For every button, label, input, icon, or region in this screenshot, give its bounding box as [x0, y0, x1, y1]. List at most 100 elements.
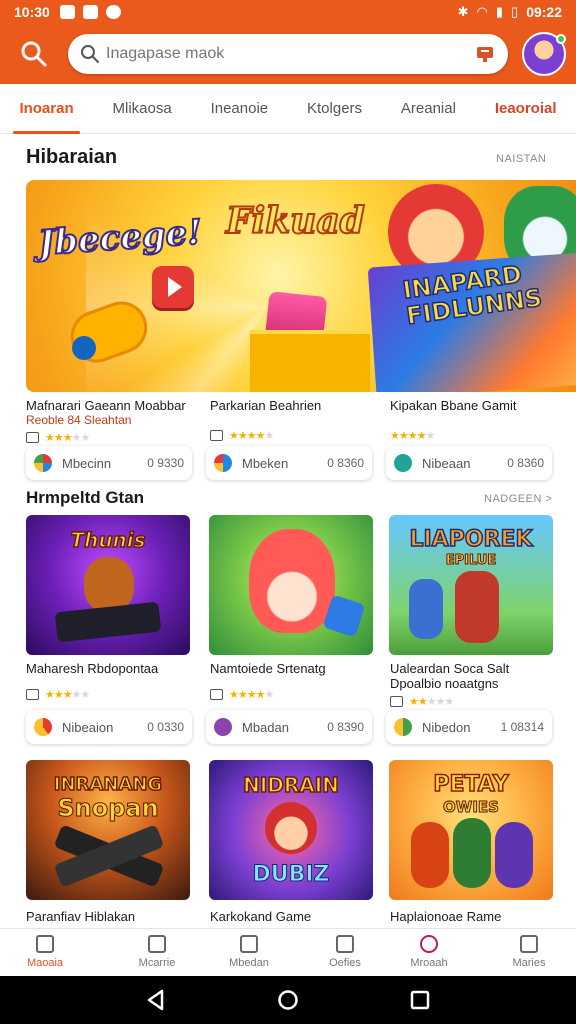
wifi-icon: ◠ [476, 4, 488, 19]
tab-5[interactable]: Ieaoroial [489, 84, 563, 134]
play-glyph [168, 277, 182, 297]
popular-card-2[interactable]: Ualeardan Soca Salt Dpoalbio noaatgns ★★… [390, 661, 556, 708]
popular-dev-1[interactable]: Mbadan 0 8390 [206, 710, 372, 744]
download-count: 1 08314 [500, 720, 544, 734]
nav-label: Oefies [329, 957, 361, 969]
popular-card-1[interactable]: Namtoiede Srtenatg ★★★★★ [210, 661, 376, 701]
thumb-subtitle: Snopan [57, 794, 159, 823]
search-input[interactable] [106, 40, 466, 68]
nav-item-1[interactable]: Mcarrie [112, 935, 202, 969]
more-thumb-1[interactable]: NIDRAIN DUBIZ [209, 760, 373, 900]
nav-item-4[interactable]: Mroaah [384, 935, 474, 969]
download-count: 0 8360 [507, 456, 544, 470]
card-title: Namtoiede Srtenatg [210, 661, 326, 676]
nav-item-2[interactable]: Mbedan [204, 935, 294, 969]
online-indicator [556, 34, 566, 44]
thumb-subtitle: OWIES [443, 798, 500, 817]
rating-row: ★★★★★ [210, 688, 376, 701]
featured-card-1[interactable]: Parkarian Beahrien ★★★★★ [210, 398, 376, 442]
card-title: Kipakan Bbane Gamit [390, 398, 517, 413]
category-tabs: Inoaran Mlikaosa Ineanoie Ktolgers Arean… [0, 84, 576, 134]
nav-item-5[interactable]: Maries [484, 935, 574, 969]
category-icon [26, 432, 39, 443]
character-shape [265, 802, 317, 854]
thumb-subtitle: DUBIZ [252, 862, 330, 888]
star-rating: ★★★★★ [45, 432, 90, 444]
nav-label: Maoaia [26, 957, 64, 969]
status-right: ✱ ◠ ▮ ▯ 09:22 [458, 4, 562, 20]
menu-icon [520, 935, 538, 953]
developer-icon [34, 718, 52, 736]
nav-label: Maries [512, 957, 546, 969]
search-bar[interactable] [68, 34, 508, 74]
more-thumb-2[interactable]: PETAY OWIES [389, 760, 553, 900]
nav-label: Mcarrie [138, 957, 176, 969]
category-icon [210, 430, 223, 441]
battery-icon: ▯ [511, 4, 519, 19]
nav-item-3[interactable]: Oefies [300, 935, 390, 969]
popular-title: Hrmpeltd Gtan [26, 488, 145, 507]
tab-0[interactable]: Inoaran [13, 84, 80, 134]
profile-icon [420, 935, 438, 953]
category-icon [26, 689, 39, 700]
developer-icon [394, 718, 412, 736]
card-title: Paranfiav Hiblakan [26, 909, 136, 924]
tab-4[interactable]: Areanial [395, 84, 462, 134]
popular-see-all[interactable]: NADGEEN > [484, 493, 552, 505]
category-icon [210, 689, 223, 700]
more-thumb-0[interactable]: INRANANG Snopan [26, 760, 190, 900]
tab-2[interactable]: Ineanoie [205, 84, 275, 134]
more-card-1[interactable]: Karkokand Game [210, 909, 376, 924]
system-navigation-bar [0, 976, 576, 1024]
tab-1[interactable]: Mlikaosa [107, 84, 178, 134]
photo-icon [82, 5, 98, 19]
card-title: Parkarian Beahrien [210, 398, 322, 413]
developer-icon [214, 718, 232, 736]
status-bar: 10:30 ✱ ◠ ▮ ▯ 09:22 [0, 0, 576, 24]
featured-see-all[interactable]: NAISTAN [496, 153, 546, 165]
popular-dev-0[interactable]: Nibeaion 0 0330 [26, 710, 192, 744]
popular-card-0[interactable]: Maharesh Rbdopontaa ★★★★★ [26, 661, 192, 701]
more-card-2[interactable]: Haplaionoae Rame [390, 909, 556, 924]
popular-thumb-0[interactable]: Thunis [26, 515, 190, 655]
download-count: 0 8390 [327, 720, 364, 734]
home-button-icon[interactable] [276, 988, 300, 1012]
fox-character [249, 529, 335, 633]
tab-3[interactable]: Ktolgers [301, 84, 368, 134]
banner-mid-title: Fikuad [225, 199, 366, 243]
home-icon [36, 935, 54, 953]
blue-button-shape [72, 336, 96, 360]
star-rating: ★★★★★ [229, 430, 274, 442]
star-rating: ★★★★★ [229, 689, 274, 701]
popular-thumb-2[interactable]: LIAPOREK EPILUE [389, 515, 553, 655]
more-card-0[interactable]: Paranfiav Hiblakan [26, 909, 192, 924]
voice-search-icon[interactable] [474, 44, 496, 64]
recents-icon[interactable] [408, 988, 432, 1012]
star-rating: ★★★★★ [45, 689, 90, 701]
profile-avatar[interactable] [522, 32, 566, 76]
notification-icon [105, 5, 121, 19]
featured-banner[interactable]: Jbecege! Fikuad INAPARD FIDLUNNS [26, 180, 576, 392]
nav-item-0[interactable]: Maoaia [0, 935, 90, 969]
console-shape [54, 601, 162, 643]
status-clock: 09:22 [526, 4, 562, 20]
developer-name: Nibeaion [62, 719, 114, 735]
featured-card-0[interactable]: Mafnarari Gaeann Moabbar Reoble 84 Sleah… [26, 398, 192, 444]
search-icon[interactable] [18, 38, 50, 70]
rating-row: ★★★★★ [390, 695, 556, 708]
featured-card-2[interactable]: Kipakan Bbane Gamit ★★★★★ [390, 398, 556, 442]
thumb-title: Thunis [70, 528, 147, 552]
thumb-title: INRANANG [53, 773, 163, 796]
character-shape-3 [495, 822, 533, 888]
card-title: Haplaionoae Rame [390, 909, 502, 924]
popular-dev-2[interactable]: Nibedon 1 08314 [386, 710, 552, 744]
bluetooth-icon: ✱ [457, 4, 469, 19]
bottom-navigation: Maoaia Mcarrie Mbedan Oefies Mroaah Mari… [0, 928, 576, 976]
rating-row: ★★★★★ [26, 688, 192, 701]
back-icon[interactable] [144, 988, 168, 1012]
featured-dev-2[interactable]: Nibeaan 0 8360 [386, 446, 552, 480]
status-time: 10:30 [14, 4, 50, 20]
popular-thumb-1[interactable] [209, 515, 373, 655]
featured-dev-0[interactable]: Mbecinn 0 9330 [26, 446, 192, 480]
featured-dev-1[interactable]: Mbeken 0 8360 [206, 446, 372, 480]
